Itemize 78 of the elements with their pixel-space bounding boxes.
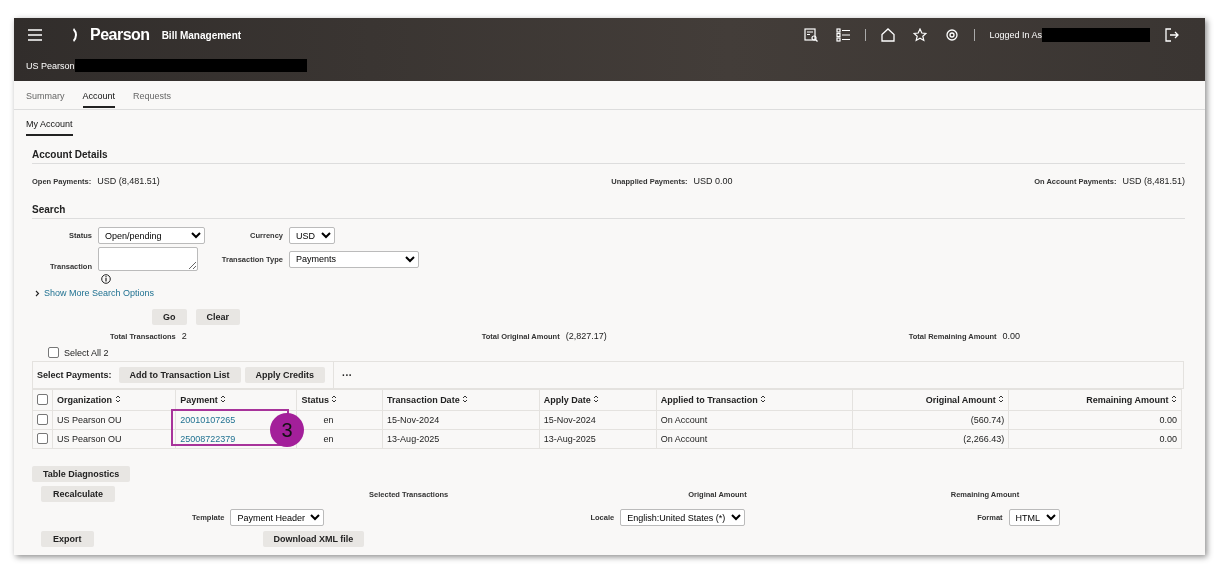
field-value: USD (8,481.51)	[1122, 176, 1185, 186]
export-button[interactable]: Export	[41, 531, 94, 547]
logged-in-label: Logged In As	[989, 30, 1042, 40]
table-cell: 13-Aug-2025	[382, 429, 540, 449]
recalculate-button[interactable]: Recalculate	[41, 486, 116, 502]
status-dropdown[interactable]: Open/pending	[98, 227, 205, 244]
tab[interactable]: Account	[82, 91, 116, 108]
sort-icon[interactable]	[220, 395, 227, 403]
table-cell: (560.74)	[852, 410, 1009, 430]
column-header[interactable]: Status	[296, 389, 383, 411]
table-cell: On Account	[656, 429, 853, 449]
table-cell: (2,266.43)	[852, 429, 1009, 449]
column-header[interactable]: Payment	[175, 389, 297, 411]
chevron-right-icon[interactable]	[35, 289, 40, 297]
table-cell: US Pearson OU	[52, 410, 176, 430]
column-header[interactable]: Applied to Transaction	[656, 389, 853, 411]
tab[interactable]: Summary	[26, 91, 65, 108]
logo-mark-icon	[73, 28, 80, 42]
table-cell: 0.00	[1008, 429, 1182, 449]
settings-icon[interactable]	[945, 28, 960, 42]
toolbar-label: Select Payments:	[37, 370, 112, 380]
column-header[interactable]: Original Amount	[852, 389, 1009, 411]
sort-icon[interactable]	[462, 395, 469, 403]
info-icon[interactable]	[101, 274, 111, 284]
sort-icon[interactable]	[1171, 395, 1177, 403]
column-header[interactable]: Organization	[52, 389, 176, 411]
section-title: Account Details	[32, 137, 1185, 164]
row-checkbox[interactable]	[37, 432, 48, 444]
table-cell: 0.00	[1008, 410, 1182, 430]
transaction-field[interactable]	[98, 247, 198, 271]
checklist-icon[interactable]	[836, 28, 851, 42]
format-dropdown[interactable]: HTML	[1008, 509, 1060, 526]
table-cell: 15-Nov-2024	[539, 410, 657, 430]
field-value: USD (8,481.51)	[97, 176, 160, 186]
home-icon[interactable]	[881, 28, 896, 42]
template-dropdown[interactable]: Payment Header	[230, 509, 325, 526]
checkbox-label: Select All 2	[64, 347, 109, 358]
column-header[interactable]: Remaining Amount	[1008, 389, 1182, 411]
star-icon[interactable]	[913, 28, 928, 42]
header-checkbox[interactable]	[37, 393, 48, 405]
sort-icon[interactable]	[998, 395, 1005, 403]
menu-icon[interactable]	[28, 29, 42, 41]
download-button[interactable]: Download XML file	[262, 531, 365, 547]
toolbar-button[interactable]: Add to Transaction List	[118, 367, 241, 383]
transaction-type-dropdown[interactable]: Payments	[289, 250, 419, 268]
locale-dropdown[interactable]: English:United States (*)	[620, 509, 746, 526]
sort-icon[interactable]	[593, 395, 600, 403]
table-cell: 13-Aug-2025	[539, 429, 657, 449]
report-search-icon[interactable]	[804, 28, 819, 42]
currency-dropdown[interactable]: USD	[289, 227, 335, 244]
section-title: Search	[32, 192, 1185, 219]
sort-icon[interactable]	[331, 395, 338, 403]
app-title: Bill Management	[161, 29, 242, 41]
table-cell: On Account	[656, 410, 853, 430]
show-more-link[interactable]: Show More Search Options	[44, 288, 155, 298]
subtab[interactable]: My Account	[26, 119, 73, 136]
toolbar-button[interactable]: Apply Credits	[244, 367, 326, 383]
organization-name: US Pearson	[26, 60, 75, 71]
row-checkbox[interactable]	[37, 413, 48, 425]
table-cell: US Pearson OU	[52, 429, 176, 449]
total-value: (2,827.17)	[565, 331, 607, 341]
column-header[interactable]: Apply Date	[539, 389, 657, 411]
tab[interactable]: Requests	[133, 91, 172, 108]
sign-out-icon[interactable]	[1165, 28, 1179, 42]
table-diagnostics-button[interactable]: Table Diagnostics	[32, 466, 131, 482]
total-value: 0.00	[1002, 331, 1021, 341]
search-button[interactable]: Go	[152, 309, 187, 325]
field-value: USD 0.00	[693, 176, 733, 186]
sort-icon[interactable]	[114, 395, 121, 403]
total-value: 2	[181, 331, 187, 341]
column-header[interactable]: Transaction Date	[382, 389, 540, 411]
search-button[interactable]: Clear	[195, 309, 240, 325]
step-number-badge: 3	[270, 413, 304, 447]
table-cell: 15-Nov-2024	[382, 410, 540, 430]
sort-icon[interactable]	[760, 395, 767, 403]
brand-logo: Pearson	[90, 26, 150, 44]
select-all-checkbox[interactable]	[48, 347, 59, 358]
more-actions-button[interactable]: ···	[342, 369, 353, 381]
